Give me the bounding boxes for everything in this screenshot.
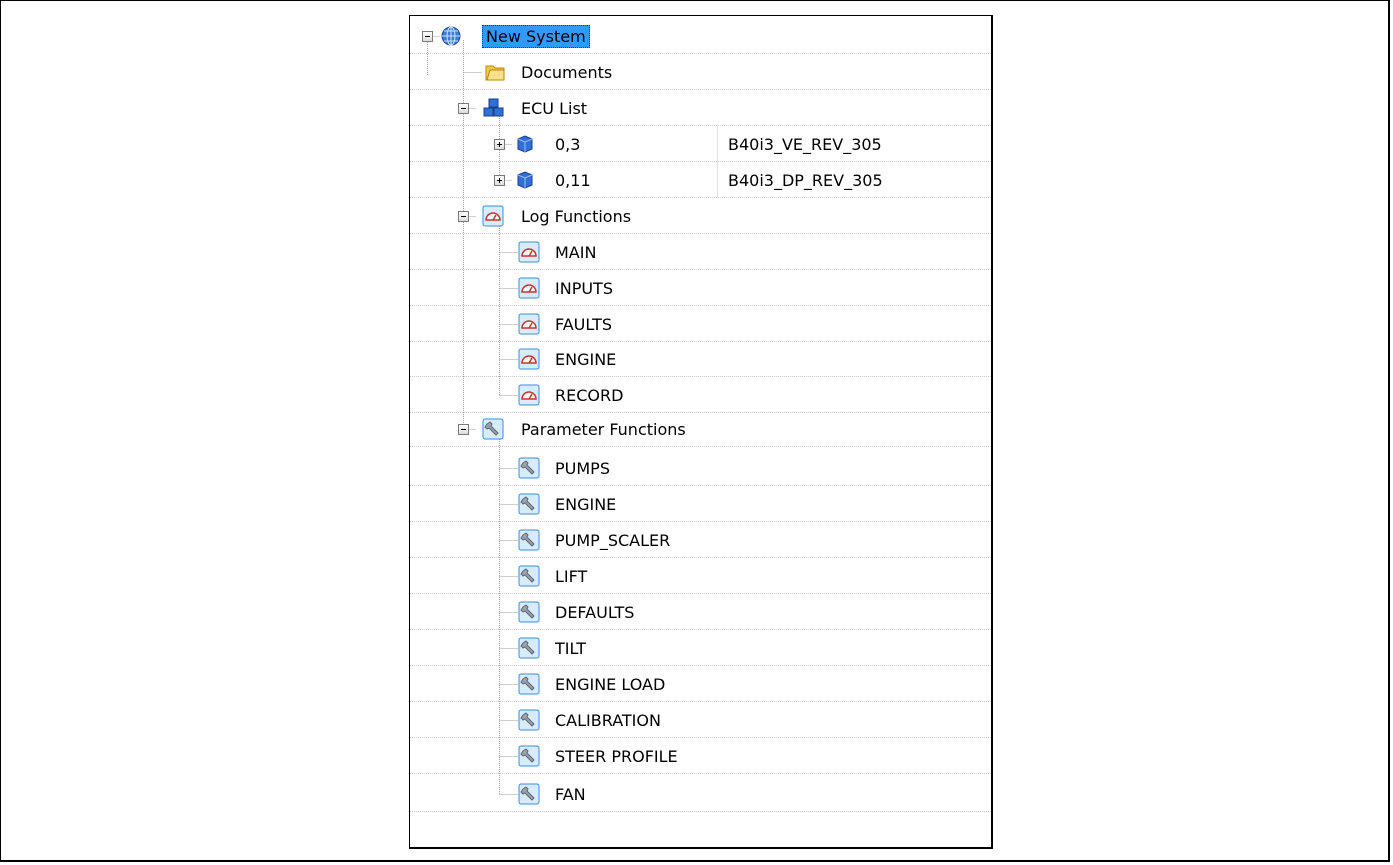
tree-node-label[interactable]: TILT bbox=[552, 638, 589, 659]
collapse-toggle[interactable] bbox=[458, 211, 469, 222]
tree-node-label[interactable]: ENGINE bbox=[552, 349, 619, 370]
tree-node-param-pump-scaler[interactable]: PUMP_SCALER bbox=[410, 522, 991, 558]
collapse-toggle[interactable] bbox=[458, 103, 469, 114]
system-tree-view[interactable]: New System Documents ECU List 0,3 B40i3_… bbox=[409, 15, 993, 849]
tree-node-log-engine[interactable]: ENGINE bbox=[410, 341, 991, 377]
column-divider bbox=[717, 162, 718, 198]
tree-node-log-functions[interactable]: Log Functions bbox=[410, 198, 991, 234]
tree-node-new-system[interactable]: New System bbox=[410, 18, 991, 54]
ecu-cube-icon bbox=[517, 135, 533, 153]
wrench-icon bbox=[518, 601, 540, 623]
tree-node-log-inputs[interactable]: INPUTS bbox=[410, 270, 991, 306]
tree-node-log-main[interactable]: MAIN bbox=[410, 234, 991, 270]
ecu-cube-icon bbox=[517, 171, 533, 189]
tree-node-log-faults[interactable]: FAULTS bbox=[410, 306, 991, 342]
tree-node-label[interactable]: Log Functions bbox=[518, 206, 634, 227]
collapse-toggle[interactable] bbox=[422, 31, 433, 42]
tree-node-param-steer-profile[interactable]: STEER PROFILE bbox=[410, 738, 991, 774]
globe-icon bbox=[441, 26, 461, 46]
tree-node-param-engine-load[interactable]: ENGINE LOAD bbox=[410, 666, 991, 702]
tree-node-label[interactable]: Documents bbox=[518, 62, 615, 83]
wrench-icon bbox=[518, 565, 540, 587]
tree-node-label[interactable]: New System bbox=[482, 25, 590, 48]
ecu-firmware-value: B40i3_DP_REV_305 bbox=[728, 171, 883, 190]
tree-node-label[interactable]: Parameter Functions bbox=[518, 419, 689, 440]
wrench-icon bbox=[518, 709, 540, 731]
tree-node-param-lift[interactable]: LIFT bbox=[410, 558, 991, 594]
tree-node-label[interactable]: 0,3 bbox=[552, 134, 583, 155]
tree-node-ecu-0-11[interactable]: 0,11 B40i3_DP_REV_305 bbox=[410, 162, 991, 198]
gauge-icon bbox=[518, 277, 540, 299]
tree-node-label[interactable]: RECORD bbox=[552, 385, 626, 406]
gauge-icon bbox=[518, 348, 540, 370]
wrench-icon bbox=[518, 529, 540, 551]
tree-node-documents[interactable]: Documents bbox=[410, 54, 991, 90]
gauge-icon bbox=[518, 241, 540, 263]
tree-node-label[interactable]: LIFT bbox=[552, 566, 590, 587]
wrench-icon bbox=[482, 418, 504, 440]
tree-node-label[interactable]: FAN bbox=[552, 784, 589, 805]
tree-node-label[interactable]: PUMP_SCALER bbox=[552, 530, 673, 551]
tree-node-label[interactable]: STEER PROFILE bbox=[552, 746, 681, 767]
gauge-icon bbox=[518, 313, 540, 335]
tree-node-label[interactable]: CALIBRATION bbox=[552, 710, 664, 731]
column-divider bbox=[717, 126, 718, 162]
tree-node-param-defaults[interactable]: DEFAULTS bbox=[410, 594, 991, 630]
tree-node-parameter-functions[interactable]: Parameter Functions bbox=[410, 411, 991, 447]
tree-node-param-tilt[interactable]: TILT bbox=[410, 630, 991, 666]
tree-node-label[interactable]: FAULTS bbox=[552, 314, 615, 335]
tree-node-ecu-0-3[interactable]: 0,3 B40i3_VE_REV_305 bbox=[410, 126, 991, 162]
tree-node-param-engine[interactable]: ENGINE bbox=[410, 486, 991, 522]
tree-node-label[interactable]: 0,11 bbox=[552, 170, 594, 191]
tree-node-label[interactable]: MAIN bbox=[552, 242, 599, 263]
tree-node-label[interactable]: ECU List bbox=[518, 98, 590, 119]
wrench-icon bbox=[518, 457, 540, 479]
tree-node-log-record[interactable]: RECORD bbox=[410, 377, 991, 413]
expand-toggle[interactable] bbox=[494, 175, 505, 186]
wrench-icon bbox=[518, 673, 540, 695]
collapse-toggle[interactable] bbox=[458, 424, 469, 435]
wrench-icon bbox=[518, 493, 540, 515]
tree-node-label[interactable]: PUMPS bbox=[552, 458, 613, 479]
wrench-icon bbox=[518, 745, 540, 767]
tree-node-param-pumps[interactable]: PUMPS bbox=[410, 450, 991, 486]
wrench-icon bbox=[518, 783, 540, 805]
tree-node-param-fan[interactable]: FAN bbox=[410, 776, 991, 812]
folder-icon bbox=[485, 65, 505, 81]
gauge-icon bbox=[518, 384, 540, 406]
ecu-firmware-value: B40i3_VE_REV_305 bbox=[728, 135, 882, 154]
tree-node-label[interactable]: ENGINE bbox=[552, 494, 619, 515]
wrench-icon bbox=[518, 637, 540, 659]
tree-node-ecu-list[interactable]: ECU List bbox=[410, 90, 991, 126]
gauge-icon bbox=[482, 205, 504, 227]
tree-node-param-calibration[interactable]: CALIBRATION bbox=[410, 702, 991, 738]
tree-node-label[interactable]: DEFAULTS bbox=[552, 602, 637, 623]
tree-node-label[interactable]: INPUTS bbox=[552, 278, 616, 299]
expand-toggle[interactable] bbox=[494, 139, 505, 150]
ecu-list-icon bbox=[483, 98, 504, 117]
tree-node-label[interactable]: ENGINE LOAD bbox=[552, 674, 668, 695]
